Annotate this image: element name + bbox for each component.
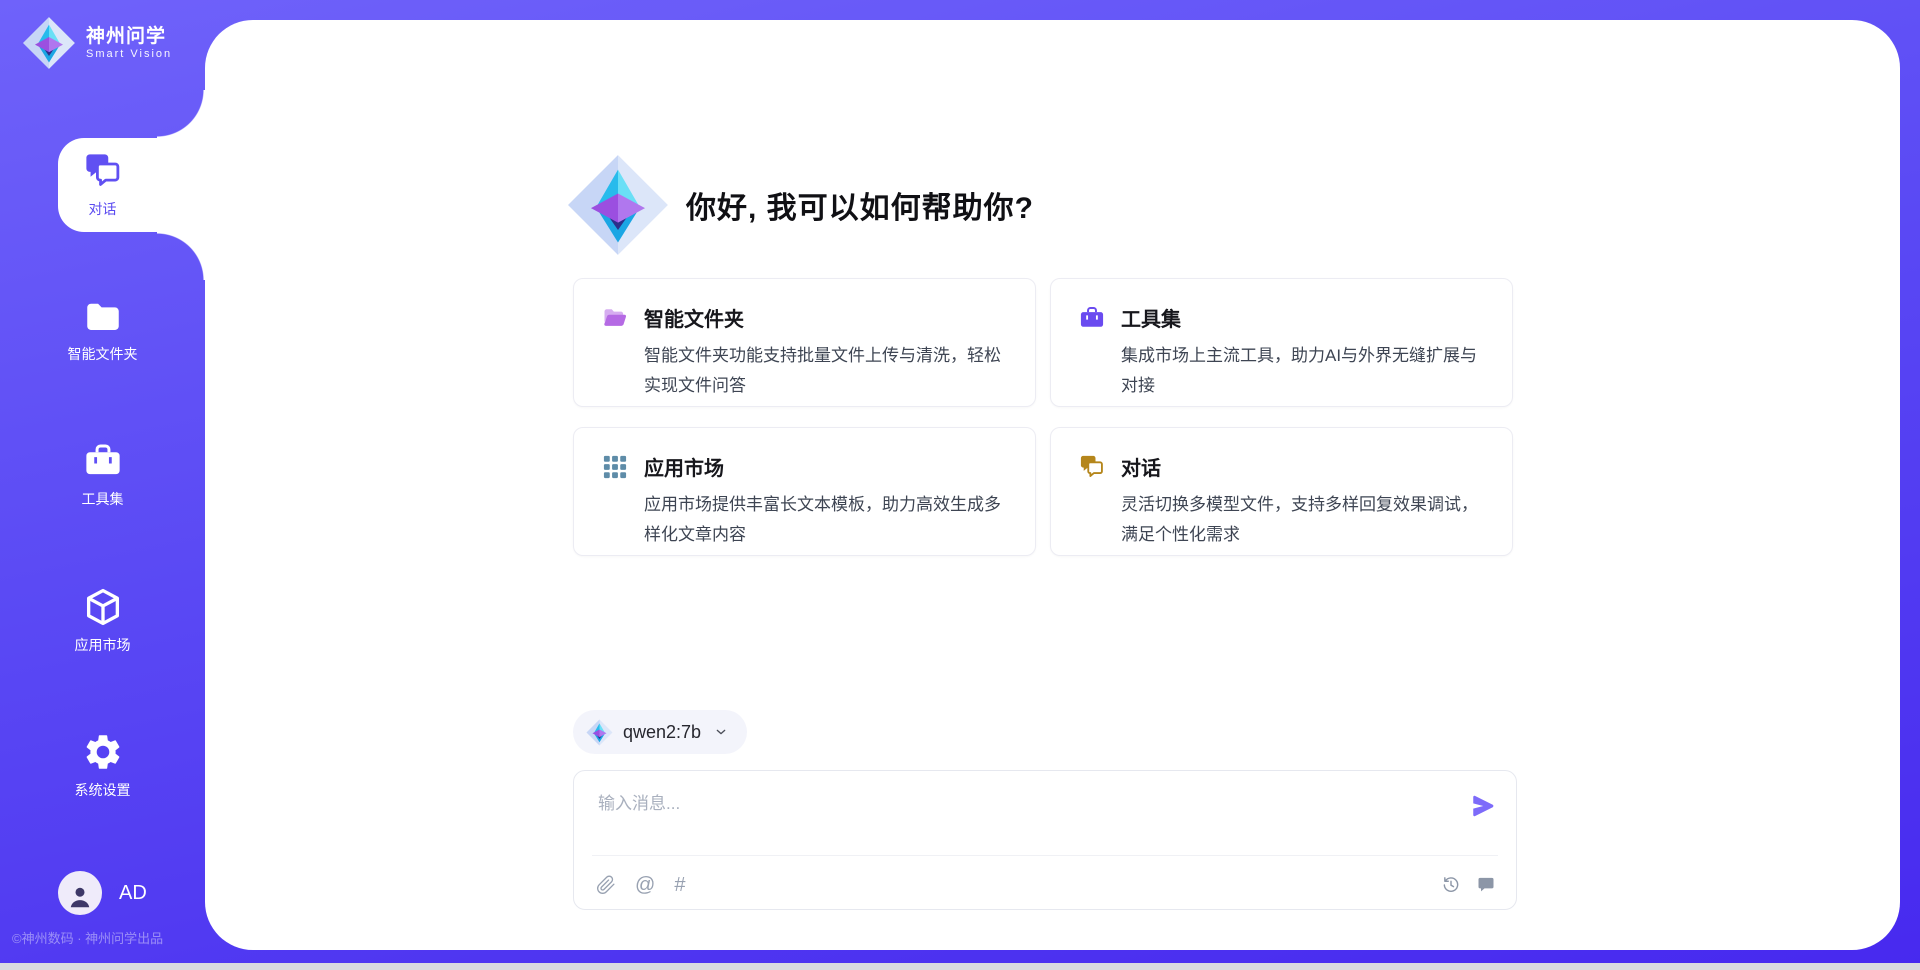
sidebar-item-label: 应用市场	[75, 635, 131, 655]
app-window: 神州问学 Smart Vision 对话 智能文件夹 工具集 应用市场 系统设置…	[0, 0, 1920, 970]
greeting: 你好, 我可以如何帮助你?	[566, 153, 1034, 257]
conversation-button[interactable]	[1476, 875, 1496, 895]
sidebar-item-label: 对话	[89, 199, 117, 219]
diamond-logo-icon	[566, 153, 670, 257]
user-menu[interactable]: AD	[58, 871, 147, 915]
message-composer: @ #	[573, 770, 1517, 910]
sidebar-item-toolset[interactable]: 工具集	[0, 440, 205, 509]
card-description: 灵活切换多模型文件，支持多样回复效果调试，满足个性化需求	[1121, 490, 1492, 550]
send-icon	[1470, 793, 1496, 819]
card-description: 集成市场上主流工具，助力AI与外界无缝扩展与对接	[1121, 341, 1492, 401]
sidebar-item-app-market[interactable]: 应用市场	[0, 586, 205, 655]
model-name: qwen2:7b	[623, 722, 701, 743]
sidebar-item-chat[interactable]: 对话	[0, 150, 205, 219]
folder-open-icon	[601, 304, 629, 332]
briefcase-icon	[1078, 304, 1106, 332]
model-selector[interactable]: qwen2:7b	[573, 710, 747, 754]
card-description: 应用市场提供丰富长文本模板，助力高效生成多样化文章内容	[644, 490, 1015, 550]
sidebar-item-label: 工具集	[82, 489, 124, 509]
mention-button[interactable]: @	[635, 875, 655, 895]
diamond-logo-icon	[22, 16, 76, 70]
paperclip-icon	[596, 875, 616, 895]
brand: 神州问学 Smart Vision	[22, 16, 172, 70]
attach-file-button[interactable]	[596, 875, 616, 895]
topic-button[interactable]: #	[674, 875, 685, 895]
diamond-logo-icon	[586, 719, 613, 746]
briefcase-icon	[82, 440, 124, 482]
shortcut-cards: 智能文件夹 智能文件夹功能支持批量文件上传与清洗，轻松实现文件问答 工具集 集成…	[573, 278, 1517, 556]
card-description: 智能文件夹功能支持批量文件上传与清洗，轻松实现文件问答	[644, 341, 1015, 401]
person-icon	[65, 881, 95, 911]
chevron-down-icon	[713, 724, 729, 740]
history-icon	[1441, 875, 1461, 895]
avatar	[58, 871, 102, 915]
brand-name: 神州问学	[86, 26, 172, 49]
history-button[interactable]	[1441, 875, 1461, 895]
comment-icon	[1476, 875, 1496, 895]
card-smart-folder[interactable]: 智能文件夹 智能文件夹功能支持批量文件上传与清洗，轻松实现文件问答	[573, 278, 1036, 407]
active-tab-fillet-top	[157, 90, 205, 138]
chat-icon	[82, 150, 124, 192]
cube-icon	[82, 586, 124, 628]
gear-icon	[82, 731, 124, 773]
greeting-title: 你好, 我可以如何帮助你?	[686, 183, 1034, 227]
card-title: 对话	[1121, 452, 1492, 481]
window-bottom-edge	[0, 963, 1920, 970]
sidebar-item-label: 智能文件夹	[68, 344, 138, 364]
sidebar-item-smart-folder[interactable]: 智能文件夹	[0, 295, 205, 364]
card-title: 智能文件夹	[644, 303, 1015, 332]
active-tab-fillet-bottom	[157, 232, 205, 280]
grid-icon	[601, 453, 629, 481]
brand-subtitle: Smart Vision	[86, 48, 172, 60]
card-toolset[interactable]: 工具集 集成市场上主流工具，助力AI与外界无缝扩展与对接	[1050, 278, 1513, 407]
sidebar-item-label: 系统设置	[75, 780, 131, 800]
card-chat[interactable]: 对话 灵活切换多模型文件，支持多样回复效果调试，满足个性化需求	[1050, 427, 1513, 556]
send-button[interactable]	[1470, 793, 1496, 819]
copyright: ©神州数码 · 神州问学出品	[12, 928, 163, 947]
sidebar-item-settings[interactable]: 系统设置	[0, 731, 205, 800]
card-title: 应用市场	[644, 452, 1015, 481]
composer-divider	[592, 855, 1498, 856]
chat-icon	[1078, 453, 1106, 481]
hash-icon: #	[674, 875, 685, 895]
message-input[interactable]	[596, 787, 1440, 849]
folder-icon	[82, 295, 124, 337]
at-icon: @	[635, 875, 655, 895]
composer-toolbar: @ #	[596, 867, 1496, 903]
card-app-market[interactable]: 应用市场 应用市场提供丰富长文本模板，助力高效生成多样化文章内容	[573, 427, 1036, 556]
card-title: 工具集	[1121, 303, 1492, 332]
user-name: AD	[119, 882, 147, 905]
